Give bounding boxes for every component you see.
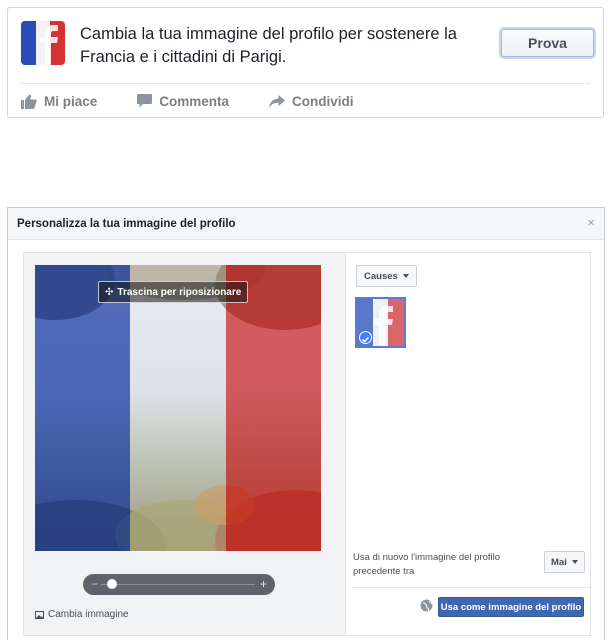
try-button[interactable]: Prova xyxy=(501,29,594,57)
divider xyxy=(21,83,590,84)
chevron-down-icon xyxy=(571,560,578,564)
share-button[interactable]: Condividi xyxy=(269,94,354,109)
france-flag-facebook-icon xyxy=(21,21,65,65)
change-image-label: Cambia immagine xyxy=(48,609,129,620)
image-icon xyxy=(35,610,44,619)
dialog-body: ✣ Trascina per riposizionare − + Cambia … xyxy=(23,252,591,636)
zoom-out-icon[interactable]: − xyxy=(91,577,98,591)
use-as-profile-picture-button[interactable]: Usa come immagine del profilo xyxy=(438,597,584,617)
zoom-in-icon[interactable]: + xyxy=(260,577,267,591)
profile-photo-preview[interactable]: ✣ Trascina per riposizionare xyxy=(35,265,321,551)
post-card: Cambia la tua immagine del profilo per s… xyxy=(7,7,604,118)
drag-to-reposition-label[interactable]: ✣ Trascina per riposizionare xyxy=(98,281,249,303)
reuse-timeframe-dropdown[interactable]: Mai xyxy=(544,551,585,573)
share-icon xyxy=(269,94,286,108)
frame-picker-pane: Causes Usa di nuovo l'immagine del profi… xyxy=(346,253,590,635)
change-image-link[interactable]: Cambia immagine xyxy=(35,609,129,620)
post-text: Cambia la tua immagine del profilo per s… xyxy=(80,25,457,66)
comment-icon xyxy=(137,94,153,108)
zoom-slider[interactable]: − + xyxy=(83,574,275,595)
france-frame-thumbnail[interactable] xyxy=(355,297,406,348)
like-button[interactable]: Mi piace xyxy=(21,94,97,109)
causes-dropdown[interactable]: Causes xyxy=(356,265,417,287)
like-label: Mi piace xyxy=(44,93,98,109)
zoom-track xyxy=(101,584,255,585)
thumbs-up-icon xyxy=(21,94,37,109)
comment-button[interactable]: Commenta xyxy=(137,94,229,109)
checkmark-icon xyxy=(359,331,372,344)
photo-editor-pane: ✣ Trascina per riposizionare − + Cambia … xyxy=(24,253,346,635)
profile-picture-dialog: Personalizza la tua immagine del profilo… xyxy=(7,207,605,640)
close-icon[interactable]: × xyxy=(587,216,595,229)
globe-icon[interactable] xyxy=(420,599,433,612)
drag-label-text: Trascina per riposizionare xyxy=(117,286,242,298)
divider xyxy=(353,587,590,588)
share-label: Condividi xyxy=(292,93,354,109)
dialog-header: Personalizza la tua immagine del profilo… xyxy=(8,208,604,240)
causes-label: Causes xyxy=(364,270,398,282)
zoom-handle[interactable] xyxy=(106,579,117,589)
dialog-title: Personalizza la tua immagine del profilo xyxy=(17,217,236,230)
move-icon: ✣ xyxy=(105,286,114,298)
chevron-down-icon xyxy=(402,274,409,278)
reuse-timeframe-value: Mai xyxy=(551,556,567,568)
reuse-previous-picture-text: Usa di nuovo l'immagine del profilo prec… xyxy=(353,552,501,577)
post-actions: Mi piace Commenta Condividi xyxy=(21,90,394,112)
comment-label: Commenta xyxy=(159,93,230,109)
